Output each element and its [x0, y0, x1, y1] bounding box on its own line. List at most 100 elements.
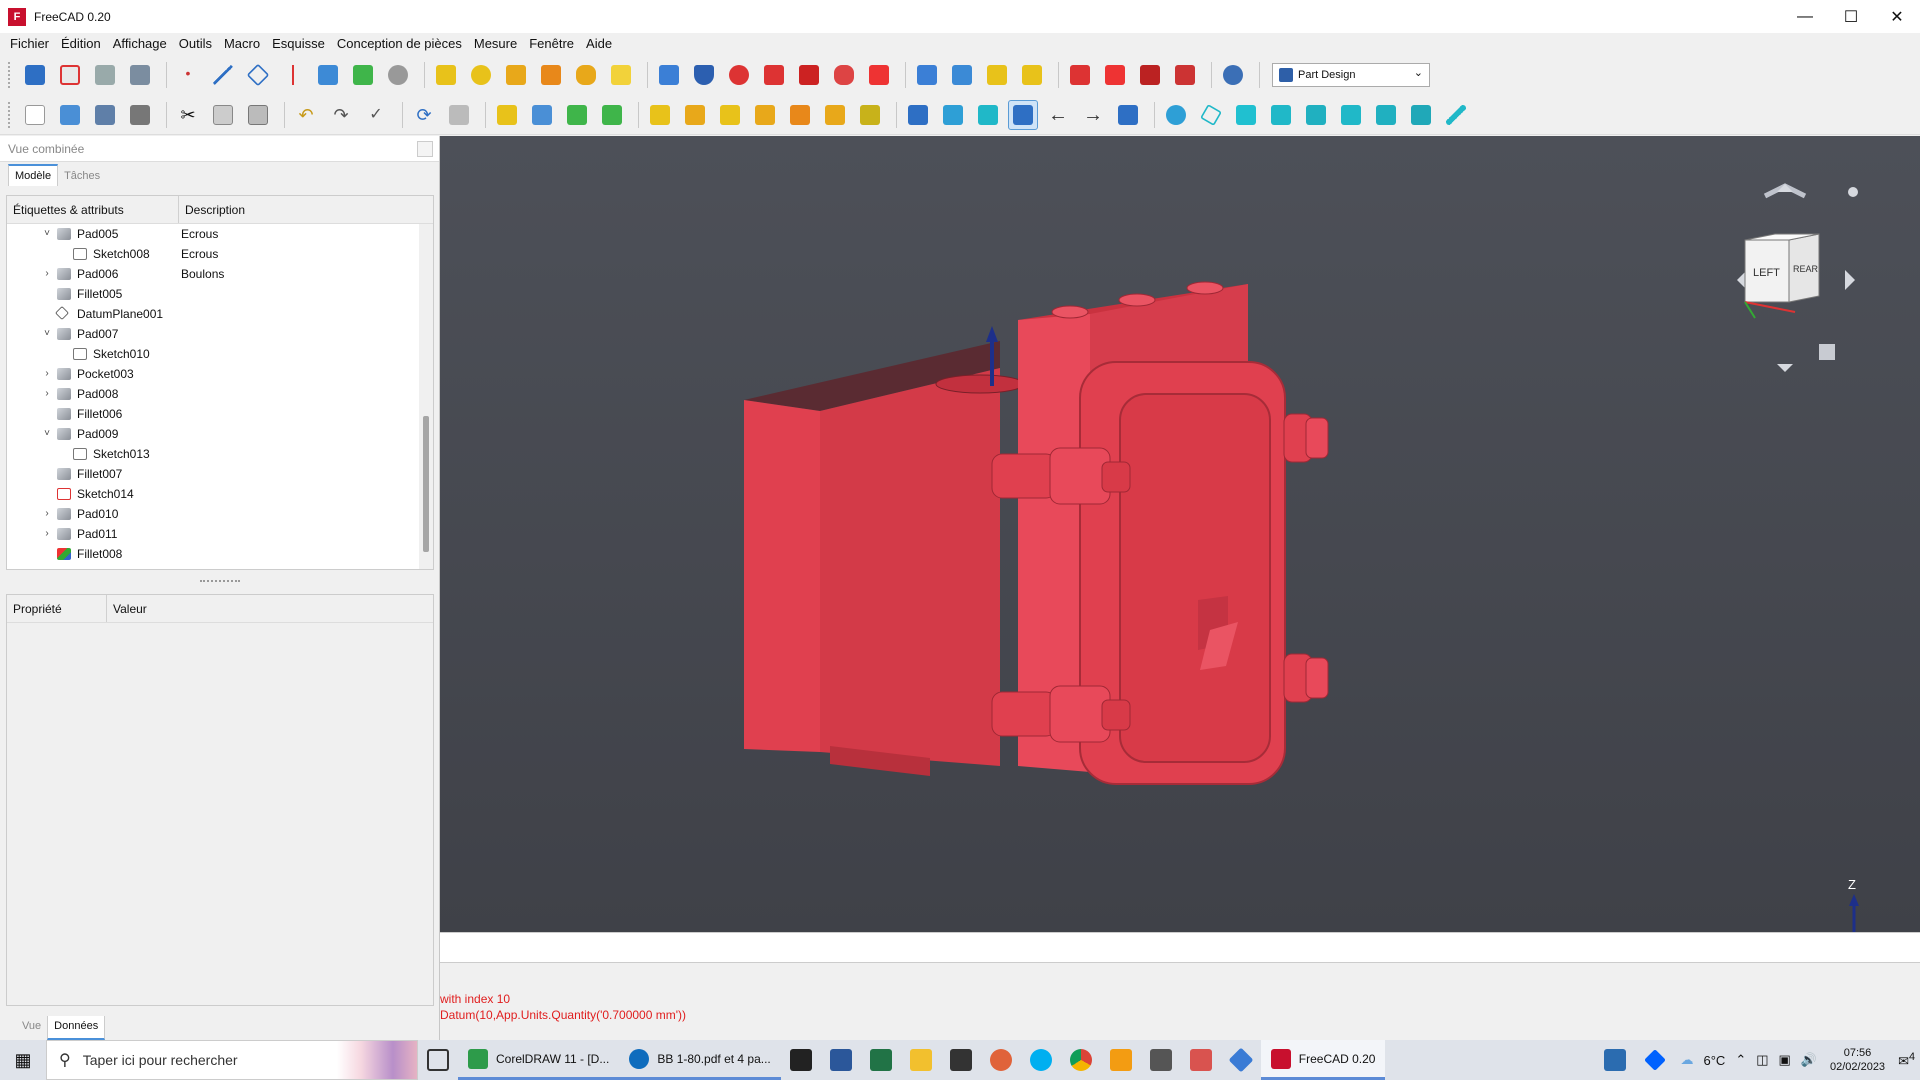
- tree-row[interactable]: Fillet005: [7, 284, 433, 304]
- dropbox-icon[interactable]: [1635, 1040, 1675, 1080]
- back-arrow-icon[interactable]: ←: [1043, 100, 1073, 130]
- print-button[interactable]: [125, 100, 155, 130]
- tree-row[interactable]: › Pad006 Boulons: [7, 264, 433, 284]
- menu-macro[interactable]: Macro: [218, 33, 266, 55]
- whats-this-button[interactable]: [444, 100, 474, 130]
- top-view-button[interactable]: [1266, 100, 1296, 130]
- pad-button[interactable]: [431, 60, 461, 90]
- fit-all-button[interactable]: [903, 100, 933, 130]
- menu-edition[interactable]: Édition: [55, 33, 107, 55]
- chevron-up-icon[interactable]: ⌃: [1730, 1052, 1751, 1068]
- notification-icon[interactable]: ✉4: [1893, 1051, 1920, 1069]
- link-actions-button[interactable]: [597, 100, 627, 130]
- chevron-right-icon[interactable]: ›: [41, 524, 53, 544]
- create-group-button[interactable]: [527, 100, 557, 130]
- macro-stop-button[interactable]: [680, 100, 710, 130]
- draft-button[interactable]: [1135, 60, 1165, 90]
- additive-primitive-button[interactable]: [606, 60, 636, 90]
- tree-row[interactable]: › Pad010: [7, 504, 433, 524]
- new-file-button[interactable]: [20, 100, 50, 130]
- menu-mesure[interactable]: Mesure: [468, 33, 523, 55]
- sync-view-button[interactable]: [1113, 100, 1143, 130]
- firefox-icon[interactable]: [981, 1040, 1021, 1080]
- minimize-button[interactable]: —: [1782, 0, 1828, 33]
- tree-row[interactable]: › Pad008: [7, 384, 433, 404]
- front-view-button[interactable]: [1231, 100, 1261, 130]
- bounding-box-selection-button[interactable]: [1008, 99, 1038, 130]
- tree-scrollbar[interactable]: [419, 224, 433, 569]
- tree-row[interactable]: ˅ Pad009: [7, 424, 433, 444]
- tree-row[interactable]: Sketch014: [7, 484, 433, 504]
- tab-taches[interactable]: Tâches: [58, 166, 106, 186]
- taskbar-app-freecad[interactable]: FreeCAD 0.20: [1260, 1040, 1386, 1080]
- datum-line-button[interactable]: [208, 60, 238, 90]
- chamfer-button[interactable]: [1100, 60, 1130, 90]
- thickness-button[interactable]: [1170, 60, 1200, 90]
- undo-button[interactable]: ↶: [291, 100, 321, 130]
- validate-sketch-button[interactable]: [90, 60, 120, 90]
- send-app-icon[interactable]: [1221, 1040, 1261, 1080]
- isometric-view-button[interactable]: [1196, 100, 1226, 130]
- additive-loft-button[interactable]: [501, 60, 531, 90]
- chevron-down-icon[interactable]: ˅: [41, 324, 53, 344]
- chevron-right-icon[interactable]: ›: [41, 504, 53, 524]
- chevron-down-icon[interactable]: ˅: [41, 424, 53, 444]
- chevron-down-icon[interactable]: ˅: [41, 224, 53, 244]
- tree-row[interactable]: Fillet006: [7, 404, 433, 424]
- paste-button[interactable]: [243, 100, 273, 130]
- workbench-selector[interactable]: Part Design ⌄: [1272, 63, 1430, 87]
- macros-button[interactable]: [715, 100, 745, 130]
- datum-point-button[interactable]: •: [173, 60, 203, 90]
- menu-affichage[interactable]: Affichage: [107, 33, 173, 55]
- macro-execute-button[interactable]: [785, 100, 815, 130]
- chrome-icon[interactable]: [1061, 1040, 1101, 1080]
- taskbar-app-coreldraw[interactable]: CorelDRAW 11 - [D...: [458, 1040, 620, 1080]
- chevron-right-icon[interactable]: ›: [41, 264, 53, 284]
- navcube-left-face[interactable]: LEFT: [1753, 267, 1780, 279]
- subtractive-primitive-button[interactable]: [864, 60, 894, 90]
- tree-column-description[interactable]: Description: [179, 196, 251, 223]
- excel-icon[interactable]: [861, 1040, 901, 1080]
- draw-style-button[interactable]: [973, 100, 1003, 130]
- boolean-button[interactable]: [1218, 60, 1248, 90]
- refresh-button[interactable]: ✓: [361, 100, 391, 130]
- close-button[interactable]: ✕: [1874, 0, 1920, 33]
- tree-row[interactable]: › Pocket003: [7, 364, 433, 384]
- macro-step-button[interactable]: [820, 100, 850, 130]
- 3d-viewport[interactable]: LEFT REAR Z: [440, 136, 1920, 932]
- bottom-view-button[interactable]: [1371, 100, 1401, 130]
- menu-aide[interactable]: Aide: [580, 33, 618, 55]
- tree-row[interactable]: ˅ Pad007: [7, 324, 433, 344]
- revolution-button[interactable]: [466, 60, 496, 90]
- left-view-button[interactable]: [1406, 100, 1436, 130]
- windows-start-icon[interactable]: ▦: [0, 1040, 46, 1080]
- additive-helix-button[interactable]: [571, 60, 601, 90]
- local-cs-button[interactable]: [278, 60, 308, 90]
- tab-donnees[interactable]: Données: [47, 1016, 106, 1040]
- weather-icon[interactable]: ☁: [1675, 1052, 1698, 1068]
- volume-icon[interactable]: 🔊: [1796, 1052, 1822, 1068]
- menu-fenetre[interactable]: Fenêtre: [523, 33, 580, 55]
- chevron-right-icon[interactable]: ›: [41, 364, 53, 384]
- menu-conception-de-pieces[interactable]: Conception de pièces: [331, 33, 468, 55]
- panel-splitter[interactable]: [200, 580, 240, 582]
- create-body-button[interactable]: [20, 60, 50, 90]
- navcube-rear-face[interactable]: REAR: [1793, 264, 1819, 274]
- clone-grey-button[interactable]: [383, 60, 413, 90]
- tree-row[interactable]: Fillet007: [7, 464, 433, 484]
- network-icon[interactable]: ▣: [1774, 1052, 1796, 1068]
- tree-row[interactable]: › Pad011: [7, 524, 433, 544]
- open-file-button[interactable]: [55, 100, 85, 130]
- weather-temp[interactable]: 6°C: [1698, 1053, 1730, 1068]
- menu-esquisse[interactable]: Esquisse: [266, 33, 331, 55]
- taskbar-app-edge-pdf[interactable]: BB 1-80.pdf et 4 pa...: [619, 1040, 781, 1080]
- pocket-button[interactable]: [654, 60, 684, 90]
- mirrored-button[interactable]: [912, 60, 942, 90]
- remote-desktop-icon[interactable]: [1595, 1040, 1635, 1080]
- rear-view-button[interactable]: [1336, 100, 1366, 130]
- tree-column-labels[interactable]: Étiquettes & attributs: [7, 196, 179, 223]
- clone-button[interactable]: [125, 60, 155, 90]
- additive-pipe-button[interactable]: [536, 60, 566, 90]
- subtractive-pipe-button[interactable]: [794, 60, 824, 90]
- tree-row[interactable]: Sketch010: [7, 344, 433, 364]
